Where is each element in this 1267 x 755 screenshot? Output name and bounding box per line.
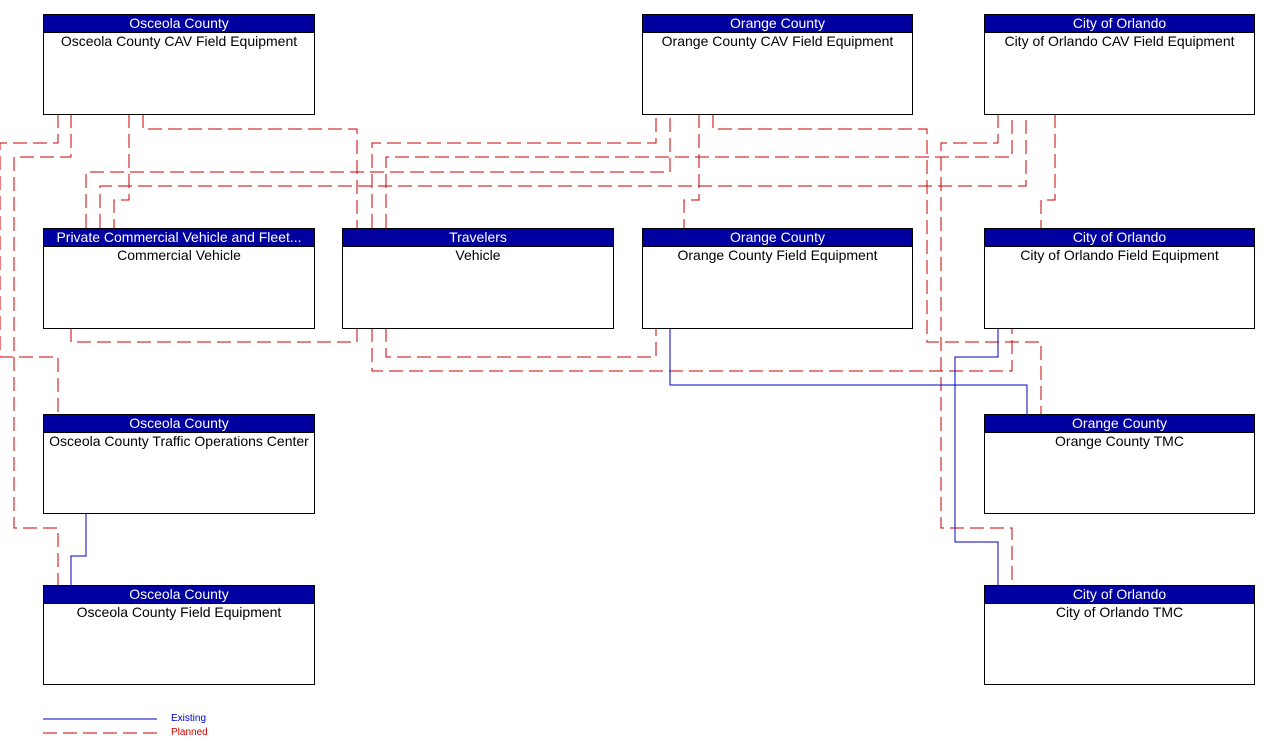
legend-planned-label: Planned bbox=[171, 727, 208, 738]
legend bbox=[43, 718, 157, 734]
legend-existing-label: Existing bbox=[171, 713, 207, 724]
